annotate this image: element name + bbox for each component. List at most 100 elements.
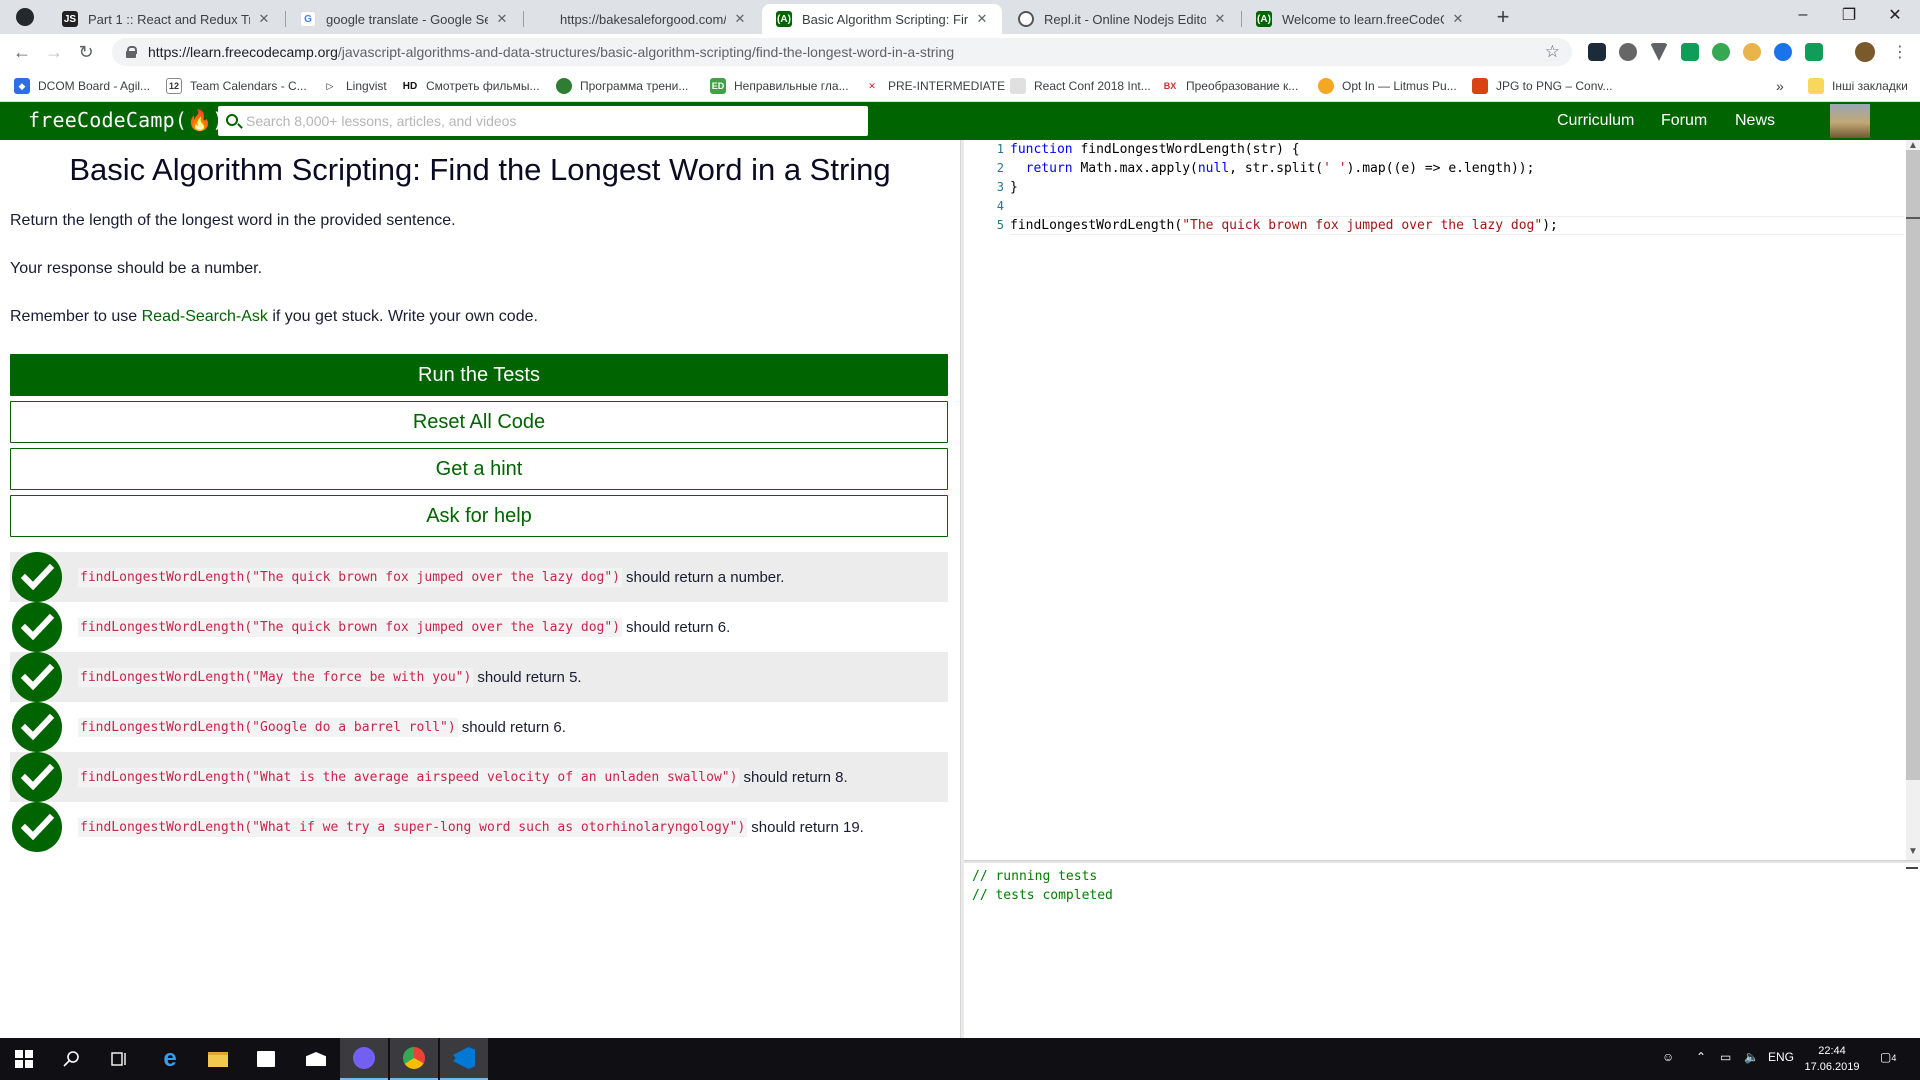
check-icon bbox=[12, 602, 62, 652]
other-bookmarks[interactable]: Інші закладки bbox=[1808, 77, 1908, 95]
check-icon bbox=[12, 552, 62, 602]
fcc-search-input[interactable]: Search 8,000+ lessons, articles, and vid… bbox=[218, 106, 868, 136]
close-icon[interactable]: ✕ bbox=[974, 11, 990, 27]
edge-icon[interactable]: e bbox=[146, 1038, 194, 1080]
test-result-row: findLongestWordLength("Google do a barre… bbox=[10, 702, 948, 752]
close-icon[interactable]: ✕ bbox=[1212, 11, 1228, 27]
search-placeholder: Search 8,000+ lessons, articles, and vid… bbox=[246, 113, 517, 129]
reload-button[interactable]: ↻ bbox=[74, 40, 98, 64]
bookmark-films[interactable]: HD Смотреть фильмы... bbox=[402, 77, 540, 95]
bookmarks-overflow-chevron[interactable]: » bbox=[1776, 77, 1784, 95]
scroll-up-icon[interactable]: ▲ bbox=[1906, 140, 1920, 152]
bookmark-star-icon[interactable]: ☆ bbox=[1545, 42, 1560, 62]
console-line: // running tests bbox=[972, 869, 1098, 884]
network-icon[interactable]: ▭ bbox=[1720, 1050, 1731, 1064]
people-icon[interactable]: ☺ bbox=[1662, 1050, 1674, 1064]
chrome-logo-icon bbox=[403, 1047, 425, 1069]
forward-button[interactable]: → bbox=[42, 40, 66, 64]
back-button[interactable]: ← bbox=[10, 40, 34, 64]
browser-tab-replit[interactable]: Repl.it - Online Nodejs Editor and ✕ bbox=[1004, 4, 1240, 34]
line-number: 4 bbox=[996, 199, 1004, 213]
editor-scrollbar-thumb[interactable] bbox=[1906, 150, 1920, 780]
read-search-ask-link[interactable]: Read-Search-Ask bbox=[142, 308, 268, 325]
task-view-icon[interactable] bbox=[96, 1038, 144, 1080]
profile-avatar[interactable] bbox=[1855, 42, 1875, 62]
react-devtools-icon[interactable] bbox=[1588, 43, 1606, 61]
windows-start-icon[interactable] bbox=[0, 1038, 48, 1080]
test-code: findLongestWordLength("Google do a barre… bbox=[78, 717, 458, 737]
browser-tab-bakesale[interactable]: https://bakesaleforgood.com/api ✕ bbox=[524, 4, 760, 34]
scroll-down-icon[interactable]: ▼ bbox=[1906, 846, 1920, 858]
check-icon bbox=[12, 752, 62, 802]
new-tab-button[interactable]: + bbox=[1490, 4, 1516, 30]
browser-tab-react-redux[interactable]: JS Part 1 :: React and Redux Training ✕ bbox=[48, 4, 284, 34]
vscode-icon[interactable] bbox=[440, 1038, 488, 1080]
close-icon[interactable]: ✕ bbox=[494, 11, 510, 27]
chrome-taskbar-icon[interactable] bbox=[390, 1038, 438, 1080]
bookmark-lingvist[interactable]: ▷ Lingvist bbox=[322, 77, 387, 95]
runner-icon: ✕ bbox=[864, 78, 880, 94]
viber-icon[interactable] bbox=[340, 1038, 388, 1080]
check-icon bbox=[12, 702, 62, 752]
reset-code-button[interactable]: Reset All Code bbox=[10, 401, 948, 443]
nav-news[interactable]: News bbox=[1735, 112, 1775, 130]
search-icon[interactable] bbox=[48, 1038, 96, 1080]
lingvist-icon: ▷ bbox=[322, 78, 338, 94]
minimize-button[interactable]: – bbox=[1780, 0, 1826, 30]
extension-circle-icon[interactable] bbox=[1619, 43, 1637, 61]
browser-tab-fcc-active[interactable]: (A) Basic Algorithm Scripting: Find the … bbox=[762, 4, 1002, 34]
hd-icon: HD bbox=[402, 78, 418, 94]
nav-forum[interactable]: Forum bbox=[1661, 112, 1707, 130]
bookmark-react-conf[interactable]: React Conf 2018 Int... bbox=[1010, 77, 1151, 95]
bookmark-pre-intermediate[interactable]: ✕ PRE-INTERMEDIATE bbox=[864, 77, 1005, 95]
fcc-logo[interactable]: freeCodeCamp(🔥) bbox=[28, 108, 224, 132]
store-icon[interactable] bbox=[242, 1038, 290, 1080]
github-icon[interactable] bbox=[16, 8, 34, 26]
nav-curriculum[interactable]: Curriculum bbox=[1557, 112, 1634, 130]
volume-icon[interactable]: 🔈 bbox=[1744, 1050, 1759, 1064]
bookmark-team-calendars[interactable]: 12 Team Calendars - C... bbox=[166, 77, 307, 95]
system-clock[interactable]: 22:44 17.06.2019 bbox=[1800, 1043, 1864, 1075]
fcc-icon: (A) bbox=[776, 11, 792, 27]
show-hidden-icons-icon[interactable]: ⌃ bbox=[1696, 1050, 1706, 1064]
input-language[interactable]: ENG bbox=[1768, 1050, 1794, 1064]
code-editor[interactable]: 1 2 3 4 5 function findLongestWordLength… bbox=[964, 140, 1920, 860]
bookmark-jpg-to-png[interactable]: JPG to PNG – Conv... bbox=[1472, 77, 1612, 95]
windows-taskbar: e ☺ ⌃ ▭ 🔈 ENG 22:44 17.06.2019 ▢4 bbox=[0, 1038, 1920, 1080]
viber-logo-icon bbox=[353, 1047, 375, 1069]
bookmark-training-program[interactable]: Программа трени... bbox=[556, 77, 688, 95]
get-hint-button[interactable]: Get a hint bbox=[10, 448, 948, 490]
line-number: 5 bbox=[996, 218, 1004, 232]
collapse-icon[interactable] bbox=[1906, 867, 1918, 869]
close-icon[interactable]: ✕ bbox=[256, 11, 272, 27]
extension-blue-icon[interactable] bbox=[1774, 43, 1792, 61]
lock-icon bbox=[126, 46, 137, 58]
restore-button[interactable]: ❐ bbox=[1826, 0, 1872, 30]
extension-badge-icon[interactable] bbox=[1805, 43, 1823, 61]
extension-green-icon[interactable] bbox=[1681, 43, 1699, 61]
extension-bird-icon[interactable] bbox=[1743, 43, 1761, 61]
run-tests-button[interactable]: Run the Tests bbox=[10, 354, 948, 396]
recycle-icon[interactable] bbox=[1712, 43, 1730, 61]
browser-tab-fcc-welcome[interactable]: (A) Welcome to learn.freeCodeCamp ✕ bbox=[1242, 4, 1478, 34]
close-icon[interactable]: ✕ bbox=[1450, 11, 1466, 27]
close-icon[interactable]: ✕ bbox=[732, 11, 748, 27]
vue-devtools-icon[interactable] bbox=[1650, 43, 1668, 61]
file-explorer-icon[interactable] bbox=[194, 1038, 242, 1080]
code-line-5: findLongestWordLength("The quick brown f… bbox=[1010, 218, 1558, 233]
user-avatar[interactable] bbox=[1830, 104, 1870, 138]
bookmark-dcom[interactable]: ◆ DCOM Board - Agil... bbox=[14, 77, 150, 95]
instruction-paragraph-1: Return the length of the longest word in… bbox=[10, 212, 456, 229]
bookmark-irregular-verbs[interactable]: ED Неправильные гла... bbox=[710, 77, 849, 95]
scrollbar-cursor-marker bbox=[1906, 217, 1920, 219]
bookmark-litmus[interactable]: Opt In — Litmus Pu... bbox=[1318, 77, 1457, 95]
browser-tab-google[interactable]: G google translate - Google Search ✕ bbox=[286, 4, 522, 34]
url-path: /javascript-algorithms-and-data-structur… bbox=[337, 44, 955, 60]
address-bar[interactable]: https://learn.freecodecamp.org/javascrip… bbox=[112, 38, 1572, 66]
close-window-button[interactable]: ✕ bbox=[1872, 0, 1918, 30]
chrome-menu-icon[interactable]: ⋮ bbox=[1888, 40, 1912, 64]
bookmark-conversion[interactable]: BX Преобразование к... bbox=[1162, 77, 1298, 95]
ask-for-help-button[interactable]: Ask for help bbox=[10, 495, 948, 537]
mail-icon[interactable] bbox=[292, 1038, 340, 1080]
action-center-icon[interactable]: ▢4 bbox=[1880, 1050, 1896, 1064]
